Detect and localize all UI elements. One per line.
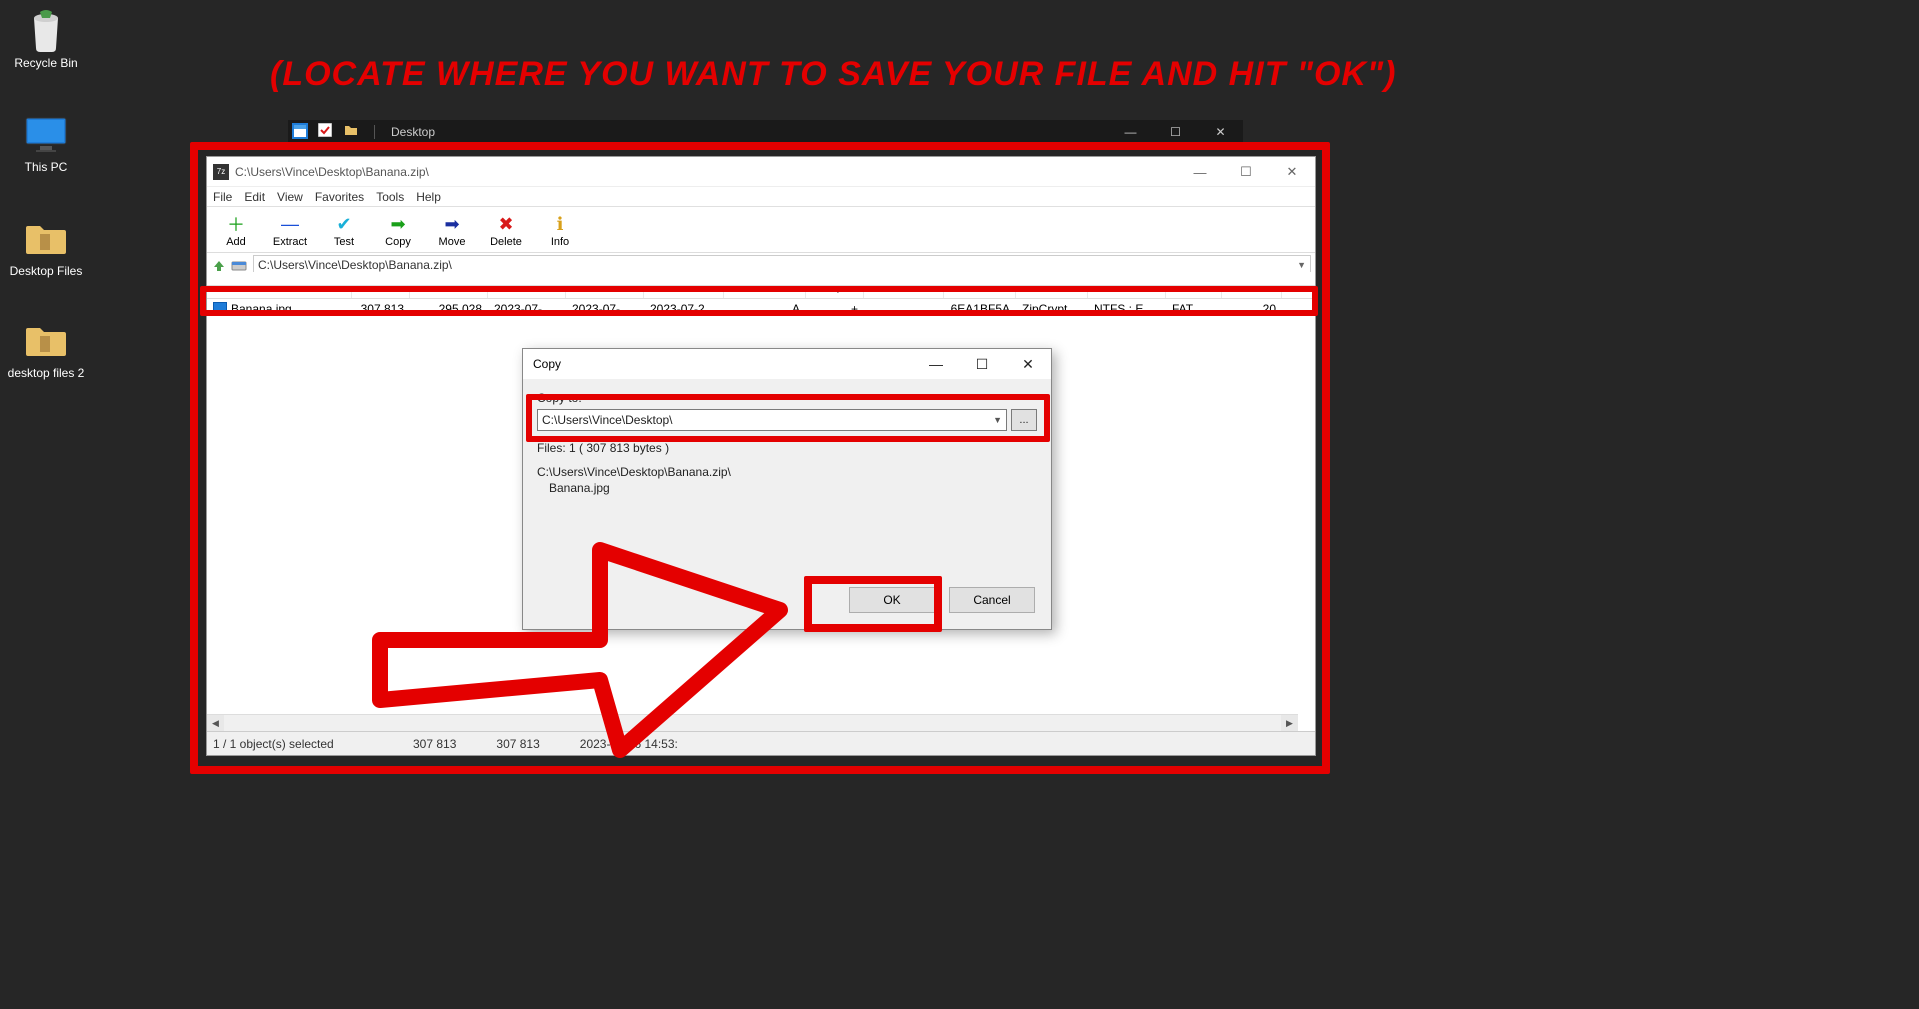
maximize-button[interactable]: ☐ <box>1153 120 1198 144</box>
this-pc-icon[interactable]: This PC <box>6 112 86 174</box>
annotation-ok-outline <box>804 576 942 632</box>
desktop-files-2-folder-icon[interactable]: desktop files 2 <box>6 318 86 380</box>
recycle-bin-label: Recycle Bin <box>6 56 86 70</box>
folder-icon <box>24 216 68 260</box>
annotation-arrow-icon <box>360 520 810 800</box>
minimize-button[interactable]: — <box>1108 120 1153 144</box>
header-obscured-strip <box>207 272 1315 286</box>
desktop-files-label: Desktop Files <box>6 264 86 278</box>
checkbox-icon <box>318 123 336 141</box>
desktop-files-folder-icon[interactable]: Desktop Files <box>6 216 86 278</box>
explorer-app-icon <box>292 123 310 141</box>
folder-icon <box>24 318 68 362</box>
explorer-title: Desktop <box>391 125 435 139</box>
close-button[interactable]: ✕ <box>1198 120 1243 144</box>
separator <box>374 125 375 139</box>
monitor-icon <box>24 112 68 156</box>
annotation-dest-outline <box>526 394 1050 442</box>
trash-icon <box>24 8 68 52</box>
annotation-text: (LOCATE WHERE YOU WANT TO SAVE YOUR FILE… <box>270 55 1396 94</box>
background-explorer-titlebar: Desktop — ☐ ✕ <box>288 120 1243 144</box>
this-pc-label: This PC <box>6 160 86 174</box>
folder-small-icon <box>344 123 362 141</box>
desktop-files-2-label: desktop files 2 <box>6 366 86 380</box>
recycle-bin-icon[interactable]: Recycle Bin <box>6 8 86 70</box>
annotation-filerow-outline <box>200 286 1318 316</box>
